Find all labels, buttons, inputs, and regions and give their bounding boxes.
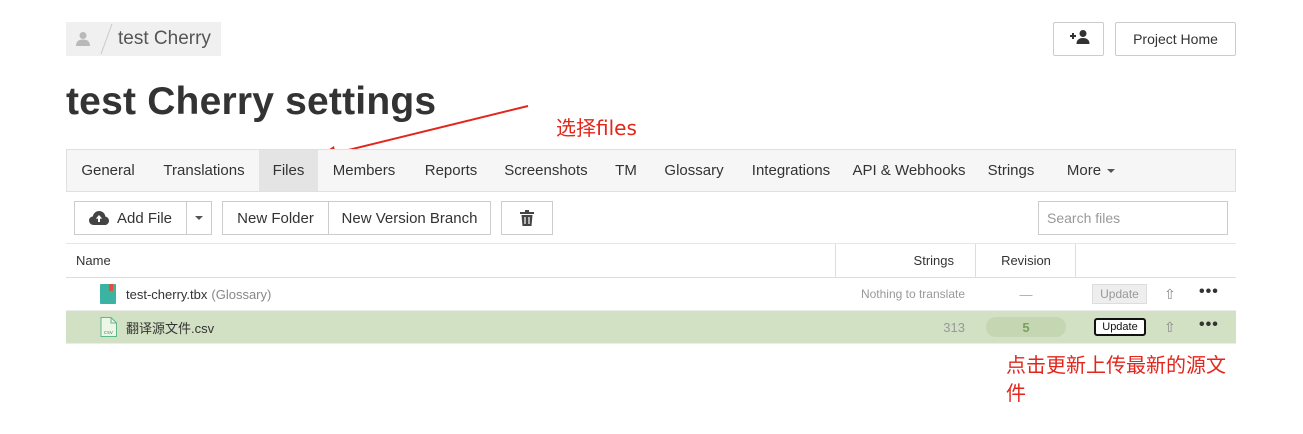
invite-user-button[interactable]: [1053, 22, 1104, 56]
column-header-strings[interactable]: Strings: [836, 244, 965, 277]
tab-translations[interactable]: Translations: [149, 150, 259, 191]
tab-files[interactable]: Files: [259, 150, 318, 191]
update-button[interactable]: Update: [1092, 284, 1147, 304]
tab-integrations[interactable]: Integrations: [736, 150, 846, 191]
trash-icon: [520, 210, 534, 226]
tab-api-webhooks[interactable]: API & Webhooks: [846, 150, 972, 191]
tab-screenshots[interactable]: Screenshots: [492, 150, 600, 191]
new-version-branch-button[interactable]: New Version Branch: [328, 201, 491, 235]
table-row[interactable]: test-cherry.tbx (Glossary) Nothing to tr…: [66, 278, 1236, 311]
tab-reports[interactable]: Reports: [410, 150, 492, 191]
column-divider: [1075, 244, 1076, 277]
csv-file-icon: csv: [100, 317, 118, 337]
strings-count: Nothing to translate: [836, 278, 965, 310]
add-user-icon: [1068, 29, 1090, 49]
glossary-book-icon: [100, 284, 116, 304]
add-file-button[interactable]: Add File: [74, 201, 186, 235]
strings-count-text: Nothing to translate: [860, 287, 965, 301]
more-actions-icon[interactable]: •••: [1199, 283, 1219, 301]
revision-value: 5: [986, 317, 1066, 337]
tab-more[interactable]: More: [1050, 150, 1132, 191]
tab-glossary[interactable]: Glossary: [652, 150, 736, 191]
annotation-update-line2: 件: [1006, 381, 1026, 405]
strings-count: 313: [836, 311, 965, 343]
tab-tm[interactable]: TM: [600, 150, 652, 191]
tab-members[interactable]: Members: [318, 150, 410, 191]
files-table: Name Strings Revision test-cherry.tbx (G…: [66, 243, 1236, 344]
file-name[interactable]: 翻译源文件.csv: [126, 318, 214, 337]
file-name[interactable]: test-cherry.tbx: [126, 287, 207, 302]
update-button[interactable]: Update: [1094, 318, 1146, 336]
annotation-update-line1: 点击更新上传最新的源文: [1006, 353, 1226, 377]
move-up-icon[interactable]: ⇧: [1164, 286, 1176, 303]
table-header: Name Strings Revision: [66, 243, 1236, 278]
move-up-icon[interactable]: ⇧: [1164, 319, 1176, 336]
add-file-label: Add File: [116, 209, 173, 227]
folder-group: New Folder New Version Branch: [222, 201, 491, 235]
tab-strings[interactable]: Strings: [972, 150, 1050, 191]
user-avatar-icon[interactable]: [66, 22, 100, 56]
breadcrumb-separator: [100, 22, 114, 56]
tab-more-label: More: [1066, 162, 1102, 179]
column-header-revision[interactable]: Revision: [976, 244, 1076, 277]
annotation-select-files: 选择files: [556, 116, 637, 140]
search-files-input[interactable]: Search files: [1038, 201, 1228, 235]
table-row-selected[interactable]: csv 翻译源文件.csv 313 5 Update ⇧ •••: [66, 311, 1236, 344]
chevron-down-icon: [195, 216, 203, 220]
more-actions-icon[interactable]: •••: [1199, 316, 1219, 334]
add-file-dropdown-button[interactable]: [186, 201, 212, 235]
column-header-strings-label: Strings: [913, 253, 954, 268]
tab-general[interactable]: General: [67, 150, 149, 191]
file-tag: (Glossary): [211, 286, 272, 302]
chevron-down-icon: [1107, 168, 1116, 173]
new-folder-button[interactable]: New Folder: [222, 201, 328, 235]
strings-count-text: 313: [943, 319, 965, 335]
revision-value: —: [1019, 286, 1033, 302]
file-name-cell: csv 翻译源文件.csv: [100, 311, 214, 343]
project-home-button[interactable]: Project Home: [1115, 22, 1236, 56]
column-header-name[interactable]: Name: [76, 244, 111, 277]
breadcrumb-project-name[interactable]: test Cherry: [114, 28, 211, 50]
add-file-group: Add File: [74, 201, 212, 235]
breadcrumb: test Cherry: [66, 22, 221, 56]
file-name-cell: test-cherry.tbx (Glossary): [100, 278, 271, 310]
cloud-upload-icon: [88, 211, 109, 225]
settings-tabs: General Translations Files Members Repor…: [66, 149, 1236, 192]
delete-button[interactable]: [501, 201, 553, 235]
svg-text:csv: csv: [104, 330, 114, 336]
